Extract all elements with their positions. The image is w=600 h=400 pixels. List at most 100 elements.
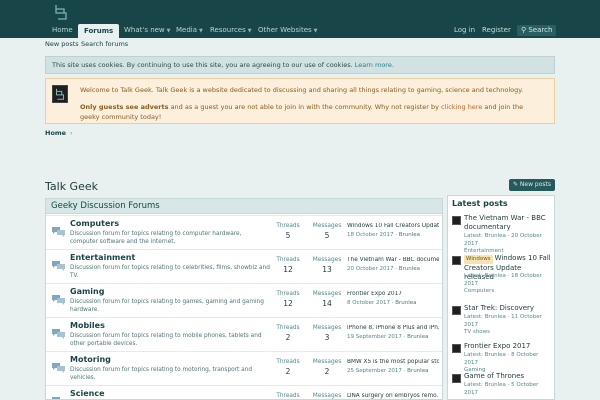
last-post-title[interactable]: BMW X5 is the most popular sto... bbox=[347, 359, 439, 365]
latest-post-author-date[interactable]: Latest: Brunlea · 18 October 2017 bbox=[464, 273, 552, 288]
nav-forums[interactable]: Forums bbox=[78, 24, 120, 38]
welcome-notice: Welcome to Talk Geek. Talk Geek is a web… bbox=[45, 78, 555, 124]
nav-whats-new[interactable]: What's new ▼ bbox=[124, 23, 171, 38]
nav-whats-new-label: What's new bbox=[124, 26, 165, 34]
breadcrumb-home[interactable]: Home bbox=[45, 129, 66, 137]
chevron-down-icon: ▼ bbox=[199, 28, 203, 34]
nav-other-websites[interactable]: Other Websites ▼ bbox=[258, 23, 318, 38]
speech-bubbles-icon bbox=[52, 397, 60, 399]
new-posts-button-label: New posts bbox=[519, 181, 551, 188]
forum-title[interactable]: Motoring bbox=[70, 355, 111, 364]
messages-count: 3 bbox=[324, 333, 330, 342]
nav-resources-label: Resources bbox=[210, 26, 246, 34]
forum-category-title[interactable]: Geeky Discussion Forums bbox=[46, 199, 442, 214]
forum-title[interactable]: Computers bbox=[70, 219, 119, 228]
nav-home[interactable]: Home bbox=[52, 23, 73, 38]
latest-post-meta: Latest: Brunlea · 11 October 2017 TV show… bbox=[464, 314, 552, 337]
site-header bbox=[0, 0, 600, 23]
latest-post-forum[interactable]: Computers bbox=[464, 288, 552, 296]
avatar[interactable] bbox=[452, 216, 461, 225]
latest-post-author-date[interactable]: Latest: Brunlea · 11 October 2017 bbox=[464, 314, 552, 329]
site-logo[interactable] bbox=[54, 4, 68, 20]
last-post-user[interactable]: Brunlea bbox=[399, 232, 420, 238]
avatar[interactable] bbox=[452, 344, 461, 353]
nav-other-websites-label: Other Websites bbox=[258, 26, 312, 34]
messages-label: Messages bbox=[312, 325, 342, 331]
last-post-date[interactable]: 19 September 2017 bbox=[347, 334, 402, 340]
latest-post-title[interactable]: The Vietnam War - BBC documentary bbox=[464, 214, 552, 232]
last-post-title[interactable]: DNA surgery on embryos remo... bbox=[347, 393, 439, 399]
search-button-label: Search bbox=[528, 26, 553, 34]
forum-title[interactable]: Gaming bbox=[70, 287, 104, 296]
speech-bubbles-icon bbox=[52, 261, 65, 271]
latest-post-author-date[interactable]: Latest: Brunlea · 5 October 2017 bbox=[464, 382, 552, 397]
forum-title[interactable]: Science bbox=[70, 389, 105, 398]
latest-post-meta: Latest: Brunlea · 20 October 2017 Enterta… bbox=[464, 233, 552, 256]
avatar[interactable] bbox=[452, 306, 461, 315]
new-posts-button[interactable]: ✎ New posts bbox=[509, 179, 555, 191]
latest-post-title[interactable]: Star Trek: Discovery bbox=[464, 304, 552, 313]
threads-label: Threads bbox=[276, 257, 300, 263]
latest-post-title[interactable]: Game of Thrones bbox=[464, 372, 552, 381]
avatar[interactable] bbox=[452, 256, 461, 265]
last-post-meta: 20 October 2017 · Brunlea bbox=[347, 266, 421, 272]
chevron-down-icon: ▼ bbox=[313, 28, 318, 34]
subnav-search-forums[interactable]: Search forums bbox=[81, 40, 128, 48]
last-post-user[interactable]: Brunlea bbox=[395, 300, 416, 306]
latest-post-author-date[interactable]: Latest: Brunlea · 20 October 2017 bbox=[464, 233, 552, 248]
chevron-down-icon: ▼ bbox=[247, 28, 252, 34]
forum-title[interactable]: Entertainment bbox=[70, 253, 135, 262]
messages-label: Messages bbox=[312, 359, 342, 365]
last-post-title[interactable]: iPhone 8, iPhone 8 Plus and iPh... bbox=[347, 325, 439, 331]
last-post-user[interactable]: Brunlea bbox=[407, 368, 428, 374]
last-post-title[interactable]: The Vietnam War - BBC docume... bbox=[347, 257, 439, 263]
last-post-date[interactable]: 8 October 2017 bbox=[347, 300, 390, 306]
forum-description: Discussion forum for topics relating to … bbox=[70, 265, 270, 279]
guest-message: Only guests see adverts and as a guest y… bbox=[80, 102, 540, 122]
register-link[interactable]: Register bbox=[482, 23, 511, 38]
last-post-title[interactable]: Frontier Expo 2017 bbox=[347, 291, 439, 297]
latest-post-meta: Latest: Brunlea · 18 October 2017 Compute… bbox=[464, 273, 552, 296]
avatar[interactable] bbox=[452, 374, 461, 383]
messages-label: Messages bbox=[312, 393, 342, 399]
new-posts-icon: ✎ bbox=[512, 181, 520, 188]
learn-more-link[interactable]: Learn more. bbox=[355, 61, 394, 69]
main-nav: Home Forums What's new ▼ Media ▼ Resources… bbox=[0, 23, 600, 38]
latest-post-title-text: The Vietnam War - BBC documentary bbox=[464, 214, 546, 231]
sub-nav: New posts Search forums bbox=[0, 38, 600, 50]
login-link[interactable]: Log in bbox=[454, 23, 475, 38]
messages-label: Messages bbox=[312, 257, 342, 263]
last-post-meta: 8 October 2017 · Brunlea bbox=[347, 300, 417, 306]
forum-row: Entertainment Discussion forum for topics… bbox=[46, 249, 442, 283]
register-here-link[interactable]: clicking here bbox=[441, 103, 482, 111]
forum-description: Discussion forum for topics relating to … bbox=[70, 231, 242, 245]
last-post-title[interactable]: Windows 10 Fall Creators Updat... bbox=[347, 223, 439, 229]
speech-bubbles-icon bbox=[52, 329, 65, 339]
nav-resources[interactable]: Resources ▼ bbox=[210, 23, 252, 38]
forum-row: Computers Discussion forum for topics rel… bbox=[46, 215, 442, 249]
last-post-user[interactable]: Brunlea bbox=[407, 334, 428, 340]
last-post-user[interactable]: Brunlea bbox=[399, 266, 420, 272]
forum-row: Mobiles Discussion forum for topics relat… bbox=[46, 317, 442, 351]
threads-count: 2 bbox=[285, 367, 291, 376]
forum-description: Discussion forum for topics relating to … bbox=[70, 299, 264, 313]
breadcrumb-separator: › bbox=[70, 129, 73, 137]
messages-label: Messages bbox=[312, 223, 342, 229]
forum-description: Discussion forum for topics relating to … bbox=[70, 367, 253, 381]
latest-post-forum[interactable]: TV shows bbox=[464, 329, 552, 337]
latest-post-title[interactable]: Frontier Expo 2017 bbox=[464, 342, 552, 351]
search-button[interactable]: ⚲ Search bbox=[517, 25, 557, 36]
forum-title[interactable]: Mobiles bbox=[70, 321, 105, 330]
nav-media[interactable]: Media ▼ bbox=[176, 23, 203, 38]
forum-list: Geeky Discussion Forums Computers Discuss… bbox=[45, 198, 443, 400]
threads-count: 12 bbox=[283, 299, 293, 308]
nav-home-label: Home bbox=[52, 26, 73, 34]
forum-row: Motoring Discussion forum for topics rela… bbox=[46, 351, 442, 385]
subnav-new-posts[interactable]: New posts bbox=[45, 40, 79, 48]
messages-count: 2 bbox=[324, 367, 330, 376]
latest-post-author-date[interactable]: Latest: Brunlea · 8 October 2017 bbox=[464, 352, 552, 367]
messages-count: 14 bbox=[322, 299, 332, 308]
last-post-date[interactable]: 25 September 2017 bbox=[347, 368, 402, 374]
last-post-date[interactable]: 20 October 2017 bbox=[347, 266, 394, 272]
last-post-date[interactable]: 18 October 2017 bbox=[347, 232, 394, 238]
